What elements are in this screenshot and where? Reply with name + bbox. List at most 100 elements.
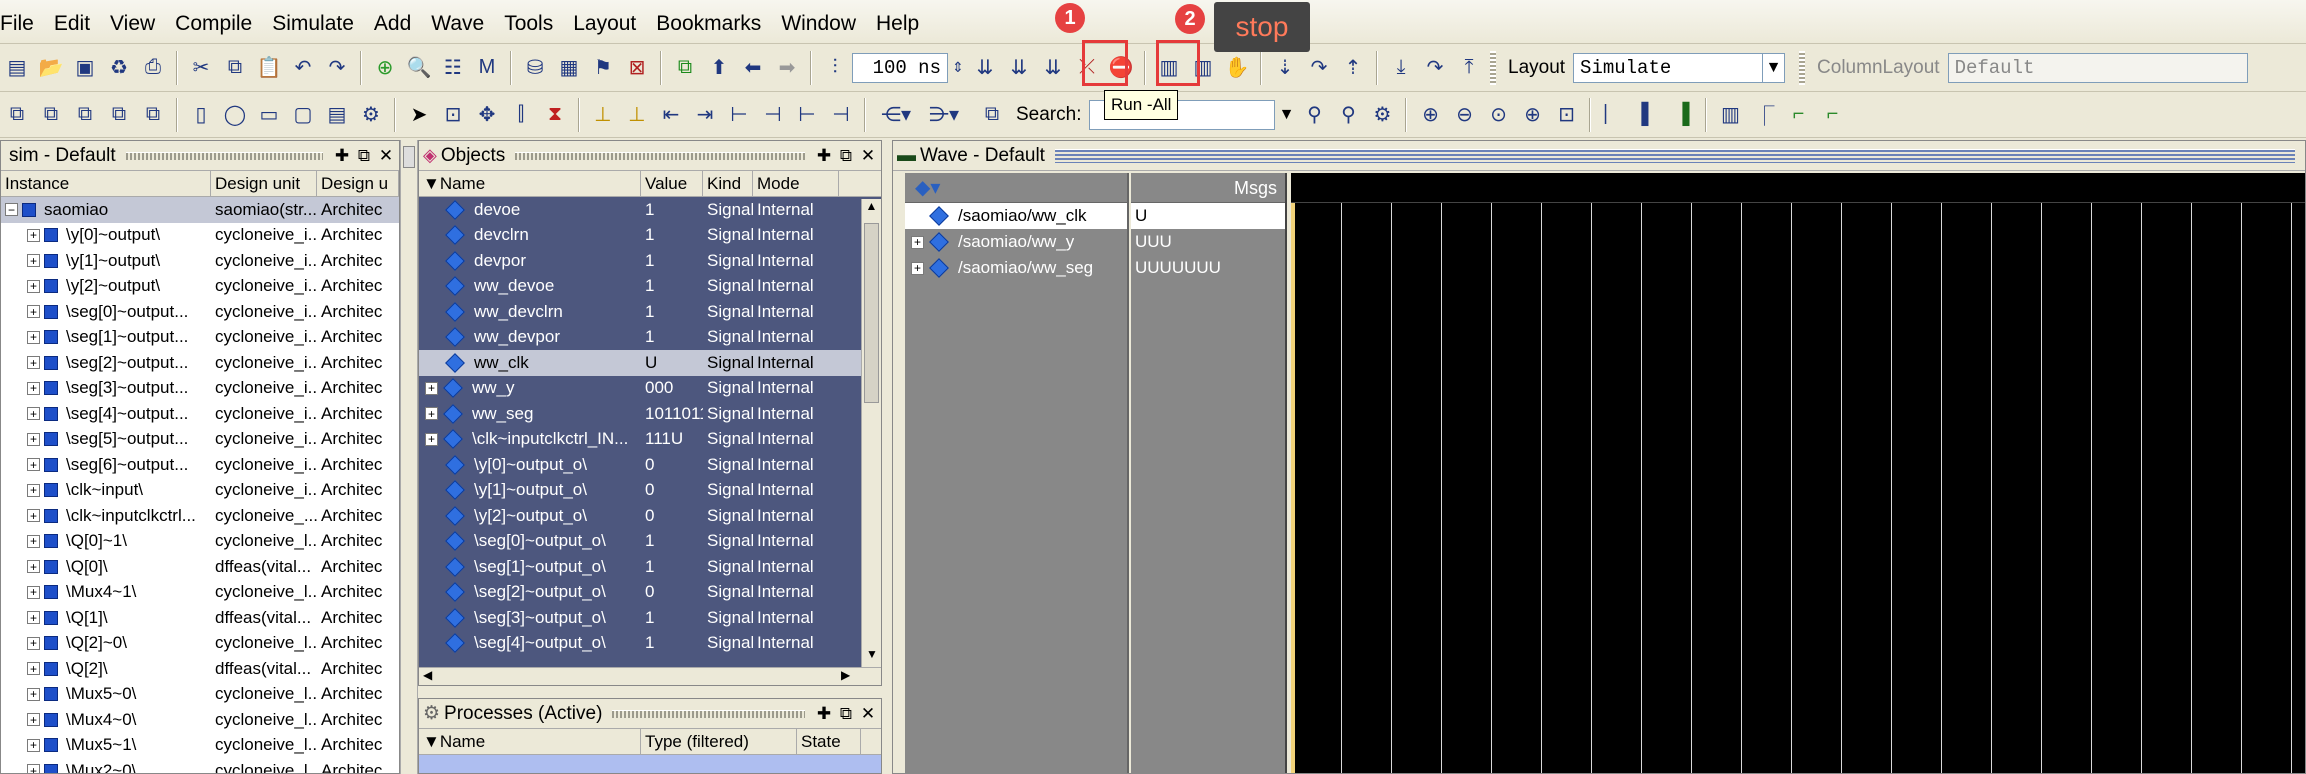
break-run-icon[interactable]: ⤫	[1072, 53, 1102, 83]
expand-icon[interactable]: +	[27, 585, 40, 599]
cursor-remove-icon[interactable]: ⊥	[622, 100, 652, 130]
pane-undock-icon[interactable]: ⧉	[355, 146, 373, 166]
open-folder-icon[interactable]: 📂	[36, 53, 66, 83]
find-icon[interactable]: 🔍	[404, 53, 434, 83]
pane-dock-icon[interactable]: ✚	[815, 146, 833, 166]
list-item[interactable]: + \clk~inputclkctrl_IN... 111U Signal Intern…	[419, 427, 861, 453]
table-row[interactable]: + \seg[4]~output... cycloneive_i... Archite…	[1, 401, 399, 427]
table-row[interactable]: + \Q[1]\ dffeas(vital... Architec	[1, 605, 399, 631]
table-row[interactable]: + \Mux4~1\ cycloneive_l... Architec	[1, 580, 399, 606]
find-prev-icon[interactable]: ⋲▾	[874, 100, 918, 130]
falling-edge-icon[interactable]: ⊢	[724, 100, 754, 130]
sig-1-icon[interactable]: ▯	[186, 100, 216, 130]
table-row[interactable]: + \seg[3]~output... cycloneive_i... Archite…	[1, 376, 399, 402]
expand-icon[interactable]: +	[27, 713, 40, 727]
expand-icon[interactable]: +	[27, 279, 40, 293]
table-row[interactable]: + \seg[1]~output... cycloneive_i... Archite…	[1, 325, 399, 351]
expand-icon[interactable]: +	[425, 432, 438, 446]
list-item[interactable]: devoe 1 Signal Internal	[419, 197, 861, 223]
table-row[interactable]: + \Mux5~0\ cycloneive_l... Architec	[1, 682, 399, 708]
menu-wave[interactable]: Wave	[421, 0, 494, 44]
list-item[interactable]: \y[1]~output_o\ 0 Signal Internal	[419, 478, 861, 504]
continue-run-icon[interactable]: ⇊	[1004, 53, 1034, 83]
table-row[interactable]: + \Q[0]\ dffeas(vital... Architec	[1, 554, 399, 580]
layout-dropdown-icon[interactable]: ▼	[1763, 52, 1786, 83]
wave-signal-row[interactable]: /saomiao/ww_clk	[905, 203, 1127, 229]
expand-icon[interactable]: +	[27, 534, 40, 548]
menu-edit[interactable]: Edit	[44, 0, 100, 44]
pane-close-icon[interactable]: ✕	[859, 704, 877, 724]
edge-3-icon[interactable]: ⊢	[792, 100, 822, 130]
proc-col-name[interactable]: ▼Name	[419, 728, 641, 755]
paste-icon[interactable]: 📋	[254, 53, 284, 83]
wave-add-3-icon[interactable]: ⧉	[70, 100, 100, 130]
expand-icon[interactable]: +	[425, 381, 438, 395]
memory-icon[interactable]: M	[472, 53, 502, 83]
sig-4-icon[interactable]: ▢	[288, 100, 318, 130]
wave-signal-row[interactable]: + /saomiao/ww_y	[905, 229, 1127, 255]
zoom-in-icon[interactable]: ⊕	[1415, 100, 1445, 130]
table-row[interactable]: + \seg[2]~output... cycloneive_i... Archite…	[1, 350, 399, 376]
restart-sim-icon[interactable]: ⧉	[670, 53, 700, 83]
proc-col-type[interactable]: Type (filtered)	[641, 728, 797, 755]
run-all-icon[interactable]: ⇊	[1038, 53, 1068, 83]
expand-icon[interactable]: +	[27, 254, 40, 268]
toolbar-grip[interactable]	[1490, 50, 1496, 85]
pane-undock-icon[interactable]: ⧉	[837, 146, 855, 166]
expand-icon[interactable]: +	[27, 764, 40, 773]
wave-signal-row[interactable]: + /saomiao/ww_seg	[905, 255, 1127, 281]
run-icon[interactable]: ⇊	[970, 53, 1000, 83]
step-icon[interactable]: ▥	[1154, 53, 1184, 83]
pan-icon[interactable]: ✥	[472, 100, 502, 130]
wave-format-4-icon[interactable]: ▥	[1715, 100, 1745, 130]
wave-add-4-icon[interactable]: ⧉	[104, 100, 134, 130]
pane-close-icon[interactable]: ✕	[377, 146, 395, 166]
menu-file[interactable]: File	[0, 0, 44, 44]
expand-icon[interactable]: +	[911, 235, 924, 249]
objects-vscroll[interactable]: ▲ ▼	[861, 199, 881, 667]
reload-icon[interactable]: ♻	[104, 53, 134, 83]
expand-icon[interactable]: +	[27, 738, 40, 752]
splitter-handle[interactable]	[403, 146, 415, 168]
step-into-icon[interactable]: ⇣	[1270, 53, 1300, 83]
objects-hscroll[interactable]: ◀ ▶	[419, 667, 881, 685]
wave-format-2-icon[interactable]: ▌	[1633, 100, 1663, 130]
layout-select[interactable]: Simulate	[1573, 52, 1764, 83]
list-item[interactable]: + ww_seg 1011011 Signal Internal	[419, 401, 861, 427]
list-item[interactable]: ww_devclrn 1 Signal Internal	[419, 299, 861, 325]
menu-add[interactable]: Add	[364, 0, 421, 44]
col-design-unit[interactable]: Design unit	[211, 170, 317, 197]
scroll-up-icon[interactable]: ▲	[862, 199, 881, 219]
pane-grip[interactable]	[1054, 148, 2295, 163]
search-dropdown-icon[interactable]: ▼	[1275, 100, 1297, 130]
expand-icon[interactable]: +	[27, 560, 40, 574]
break-icon[interactable]: ⊠	[622, 53, 652, 83]
table-row[interactable]: + \clk~input\ cycloneive_i... Architec	[1, 478, 399, 504]
list-item[interactable]: ww_clk U Signal Internal	[419, 350, 861, 376]
menu-compile[interactable]: Compile	[165, 0, 262, 44]
expand-icon[interactable]: +	[27, 458, 40, 472]
search-2-icon[interactable]: ⚲	[1333, 100, 1363, 130]
zoom-full-icon[interactable]: ⊙	[1483, 100, 1513, 130]
step-over-2-icon[interactable]: ↷	[1420, 53, 1450, 83]
edge-next-icon[interactable]: ⇥	[690, 100, 720, 130]
wave-add-5-icon[interactable]: ⧉	[138, 100, 168, 130]
table-row[interactable]: + \seg[6]~output... cycloneive_i... Archite…	[1, 452, 399, 478]
pane-close-icon[interactable]: ✕	[859, 146, 877, 166]
edge-prev-icon[interactable]: ⇤	[656, 100, 686, 130]
cursor-add-icon[interactable]: ⊥	[588, 100, 618, 130]
traffic-light-icon[interactable]: ⧗	[540, 100, 570, 130]
scroll-thumb[interactable]	[864, 223, 879, 403]
stop-icon[interactable]: ⛔	[1106, 53, 1136, 83]
step-over-icon[interactable]: ▥	[1188, 53, 1218, 83]
collapse-icon[interactable]: −	[5, 203, 18, 217]
list-item[interactable]: \y[0]~output_o\ 0 Signal Internal	[419, 452, 861, 478]
expand-icon[interactable]: +	[27, 509, 40, 523]
scroll-down-icon[interactable]: ▼	[862, 647, 881, 667]
redo-icon[interactable]: ↷	[322, 53, 352, 83]
edge-4-icon[interactable]: ⊣	[826, 100, 856, 130]
wave-format-3-icon[interactable]: ▐	[1667, 100, 1697, 130]
wave-toolbox-icon[interactable]: ◆▾	[915, 177, 940, 199]
list-item[interactable]: \seg[3]~output_o\ 1 Signal Internal	[419, 605, 861, 631]
menu-layout[interactable]: Layout	[563, 0, 646, 44]
